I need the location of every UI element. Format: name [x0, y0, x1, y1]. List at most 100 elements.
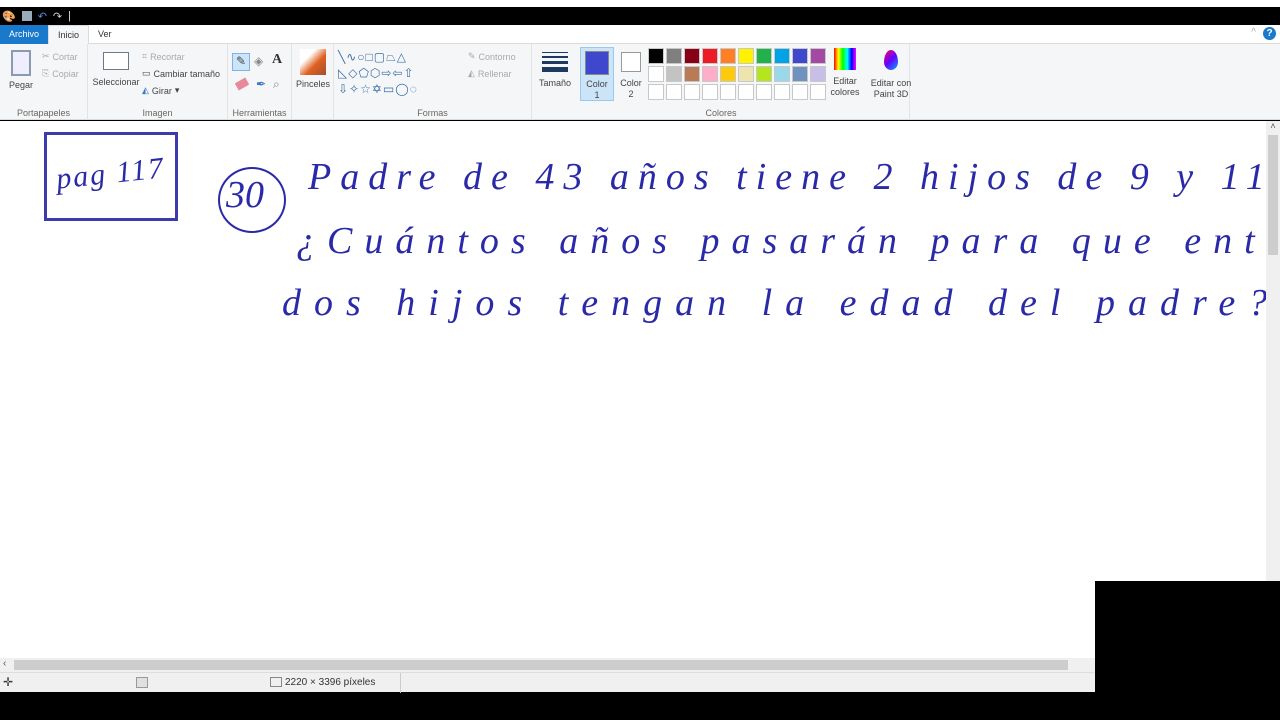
tab-archivo[interactable]: Archivo [0, 24, 49, 44]
selection-size-icon [136, 677, 148, 688]
shape-star-icon[interactable]: ⇩✧☆✡▭◯◌ [338, 82, 418, 96]
palette-swatch[interactable] [720, 84, 736, 100]
pencil-icon[interactable]: ✎ [232, 53, 250, 71]
shape-diamond-icon[interactable]: ◺◇⬠⬡⇨⇦⇧ [338, 66, 415, 80]
paste-button[interactable]: Pegar [6, 50, 36, 91]
outline-button[interactable]: ✎ Contorno [468, 51, 516, 62]
palette-swatch[interactable] [702, 48, 718, 64]
palette-swatch[interactable] [756, 66, 772, 82]
color2-button[interactable]: Color 2 [616, 47, 646, 100]
horizontal-scroll-thumb[interactable] [14, 660, 1068, 670]
ribbon: Pegar ✂ Cortar ⎘ Copiar Portapapeles Selec… [0, 44, 1280, 120]
scissors-icon: ✂ [42, 51, 50, 61]
color1-button[interactable]: Color 1 [580, 47, 614, 101]
group-clipboard: Pegar ✂ Cortar ⎘ Copiar Portapapeles [0, 44, 88, 120]
palette-swatch[interactable] [648, 84, 664, 100]
palette-swatch[interactable] [702, 84, 718, 100]
fill-button[interactable]: ◭ Rellenar [468, 68, 511, 79]
edit-paint3d-button[interactable]: Editar con Paint 3D [868, 48, 914, 100]
palette-swatch[interactable] [738, 66, 754, 82]
tab-ver[interactable]: Ver [89, 25, 121, 44]
handwritten-line-1: Padre de 43 años tiene 2 hijos de 9 y 11 [308, 156, 1266, 198]
color-picker-icon[interactable]: ✒ [256, 77, 266, 91]
palette-swatch[interactable] [702, 66, 718, 82]
edit-colors-button[interactable]: Editar colores [826, 48, 864, 98]
top-strip [0, 0, 1280, 7]
shape-line-icon[interactable]: ╲∿○□▢⏢△ [338, 50, 407, 64]
crop-icon: ⌗ [142, 51, 148, 61]
vertical-scrollbar[interactable]: ˄ [1266, 121, 1280, 581]
group-brushes: Pinceles [292, 44, 334, 120]
palette-swatch[interactable] [774, 48, 790, 64]
palette-swatch[interactable] [648, 48, 664, 64]
palette-swatch[interactable] [810, 48, 826, 64]
palette-swatch[interactable] [720, 66, 736, 82]
palette-swatch[interactable] [738, 84, 754, 100]
select-button[interactable]: Seleccionar [92, 52, 140, 88]
palette-swatch[interactable] [738, 48, 754, 64]
group-image: Seleccionar ⌗ Recortar ▭ Cambiar tamaño ◭ G… [88, 44, 228, 120]
group-colors: Tamaño Color 1 Color 2 Editar colores Ed… [532, 44, 911, 120]
selection-rect-icon [103, 52, 129, 70]
crop-button[interactable]: ⌗ Recortar [142, 51, 185, 62]
collapse-ribbon-icon[interactable]: ^ [1251, 27, 1256, 38]
palette-swatch[interactable] [756, 84, 772, 100]
rotate-button[interactable]: ◭ Girar ▾ [142, 85, 179, 96]
status-bar: ✛ 2220 × 3396 píxeles [0, 672, 1095, 693]
vertical-scroll-thumb[interactable] [1268, 135, 1278, 255]
palette-swatch[interactable] [810, 84, 826, 100]
color2-swatch [621, 52, 641, 72]
cursor-position-icon: ✛ [3, 675, 14, 689]
quick-access-toolbar: 🎨 ↶ ↷ | [0, 7, 1280, 25]
redo-icon[interactable]: ↷ [53, 10, 62, 23]
status-divider [400, 673, 401, 693]
eraser-icon[interactable] [234, 77, 250, 91]
paint-app-icon[interactable]: 🎨 [2, 10, 16, 23]
palette-swatch[interactable] [666, 48, 682, 64]
undo-icon[interactable]: ↶ [38, 10, 47, 23]
rotate-icon: ◭ [142, 85, 149, 95]
copy-icon: ⎘ [42, 68, 50, 78]
help-icon[interactable]: ? [1263, 27, 1276, 40]
drawing-canvas[interactable]: pag 117 30 Padre de 43 años tiene 2 hijo… [0, 121, 1266, 658]
fill-icon: ◭ [468, 68, 475, 78]
scroll-up-icon[interactable]: ˄ [1266, 121, 1280, 131]
palette-swatch[interactable] [756, 48, 772, 64]
problem-number: 30 [226, 174, 264, 216]
palette-swatch[interactable] [792, 48, 808, 64]
black-overlay [1095, 581, 1280, 720]
shapes-gallery[interactable]: ╲∿○□▢⏢△ ◺◇⬠⬡⇨⇦⇧ ⇩✧☆✡▭◯◌ [338, 49, 456, 99]
palette-swatch[interactable] [774, 66, 790, 82]
palette-swatch[interactable] [684, 48, 700, 64]
group-tools: ✎ ◈ A ✒ ⌕ Herramientas [228, 44, 292, 120]
horizontal-scrollbar[interactable]: ‹ [0, 658, 1095, 672]
palette-swatch[interactable] [684, 66, 700, 82]
brushes-button[interactable]: Pinceles [296, 49, 330, 90]
fill-bucket-icon[interactable]: ◈ [254, 54, 263, 68]
brush-icon [300, 49, 326, 75]
palette-swatch[interactable] [792, 84, 808, 100]
palette-swatch[interactable] [666, 66, 682, 82]
palette-swatch[interactable] [684, 84, 700, 100]
palette-swatch[interactable] [720, 48, 736, 64]
resize-button[interactable]: ▭ Cambiar tamaño [142, 68, 220, 79]
tab-inicio[interactable]: Inicio [48, 24, 90, 44]
palette-swatch[interactable] [774, 84, 790, 100]
copy-button[interactable]: ⎘ Copiar [42, 68, 79, 79]
magnifier-icon[interactable]: ⌕ [273, 77, 280, 92]
image-size-icon [270, 677, 282, 687]
size-button[interactable]: Tamaño [536, 50, 574, 89]
outline-icon: ✎ [468, 51, 476, 61]
save-icon[interactable] [21, 11, 32, 21]
text-icon[interactable]: A [272, 52, 282, 68]
palette-swatch[interactable] [648, 66, 664, 82]
palette-swatch[interactable] [810, 66, 826, 82]
color1-swatch [585, 51, 609, 75]
line-size-icon [542, 52, 568, 72]
palette-swatch[interactable] [792, 66, 808, 82]
scroll-left-icon[interactable]: ‹ [3, 658, 6, 669]
clipboard-icon [11, 50, 31, 76]
palette-swatch[interactable] [666, 84, 682, 100]
cut-button[interactable]: ✂ Cortar [42, 51, 78, 62]
group-shapes: ╲∿○□▢⏢△ ◺◇⬠⬡⇨⇦⇧ ⇩✧☆✡▭◯◌ ✎ Contorno ◭ Relle… [334, 44, 532, 120]
